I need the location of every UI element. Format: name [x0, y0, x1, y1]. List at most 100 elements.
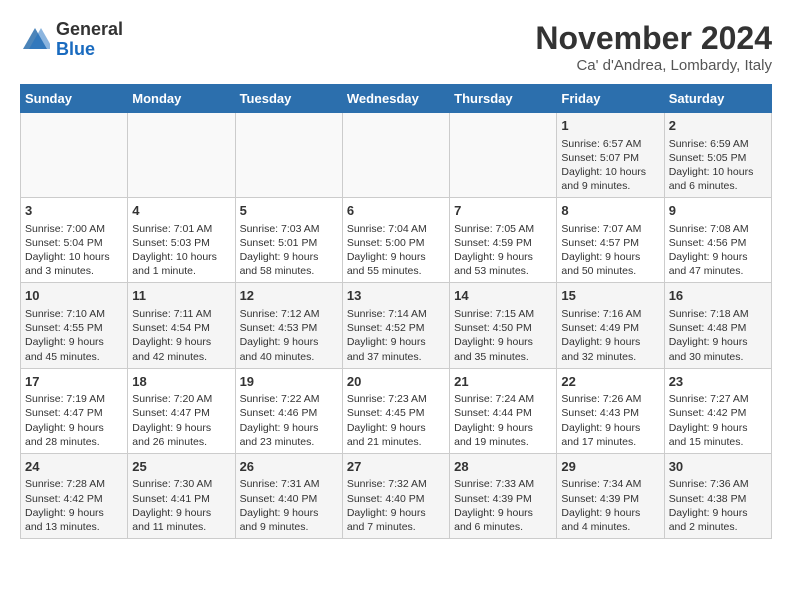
calendar-week-row: 17Sunrise: 7:19 AM Sunset: 4:47 PM Dayli…	[21, 368, 772, 453]
calendar-cell: 20Sunrise: 7:23 AM Sunset: 4:45 PM Dayli…	[342, 368, 449, 453]
location-subtitle: Ca' d'Andrea, Lombardy, Italy	[535, 57, 772, 74]
calendar-week-row: 10Sunrise: 7:10 AM Sunset: 4:55 PM Dayli…	[21, 283, 772, 368]
day-number: 21	[454, 373, 552, 391]
calendar-cell	[128, 113, 235, 198]
calendar-cell	[342, 113, 449, 198]
calendar-cell: 27Sunrise: 7:32 AM Sunset: 4:40 PM Dayli…	[342, 453, 449, 538]
day-info: Sunrise: 7:15 AM Sunset: 4:50 PM Dayligh…	[454, 307, 552, 364]
calendar-cell	[235, 113, 342, 198]
weekday-header-thursday: Thursday	[450, 85, 557, 113]
calendar-cell: 16Sunrise: 7:18 AM Sunset: 4:48 PM Dayli…	[664, 283, 771, 368]
weekday-header-saturday: Saturday	[664, 85, 771, 113]
calendar-cell: 28Sunrise: 7:33 AM Sunset: 4:39 PM Dayli…	[450, 453, 557, 538]
day-number: 7	[454, 202, 552, 220]
day-number: 1	[561, 117, 659, 135]
day-info: Sunrise: 7:28 AM Sunset: 4:42 PM Dayligh…	[25, 477, 123, 534]
day-info: Sunrise: 7:27 AM Sunset: 4:42 PM Dayligh…	[669, 392, 767, 449]
day-number: 2	[669, 117, 767, 135]
day-info: Sunrise: 7:18 AM Sunset: 4:48 PM Dayligh…	[669, 307, 767, 364]
day-number: 12	[240, 287, 338, 305]
day-info: Sunrise: 7:34 AM Sunset: 4:39 PM Dayligh…	[561, 477, 659, 534]
calendar-cell: 7 Sunrise: 7:05 AM Sunset: 4:59 PM Daylig…	[450, 198, 557, 283]
day-number: 30	[669, 458, 767, 476]
calendar-cell: 12 Sunrise: 7:12 AM Sunset: 4:53 PM Dayli…	[235, 283, 342, 368]
calendar-cell	[21, 113, 128, 198]
calendar-cell	[450, 113, 557, 198]
day-info: Sunrise: 7:01 AM Sunset: 5:03 PM Dayligh…	[132, 222, 230, 279]
day-info: Sunrise: 7:23 AM Sunset: 4:45 PM Dayligh…	[347, 392, 445, 449]
day-info: Sunrise: 7:30 AM Sunset: 4:41 PM Dayligh…	[132, 477, 230, 534]
day-info: Sunrise: 7:04 AM Sunset: 5:00 PM Dayligh…	[347, 222, 445, 279]
day-number: 17	[25, 373, 123, 391]
calendar-cell: 25Sunrise: 7:30 AM Sunset: 4:41 PM Dayli…	[128, 453, 235, 538]
calendar-table: SundayMondayTuesdayWednesdayThursdayFrid…	[20, 84, 772, 539]
calendar-cell: 22Sunrise: 7:26 AM Sunset: 4:43 PM Dayli…	[557, 368, 664, 453]
calendar-body: 1 Sunrise: 6:57 AM Sunset: 5:07 PM Daylig…	[21, 113, 772, 539]
day-number: 26	[240, 458, 338, 476]
day-info: Sunrise: 7:16 AM Sunset: 4:49 PM Dayligh…	[561, 307, 659, 364]
day-number: 3	[25, 202, 123, 220]
calendar-cell: 8 Sunrise: 7:07 AM Sunset: 4:57 PM Daylig…	[557, 198, 664, 283]
day-info: Sunrise: 6:57 AM Sunset: 5:07 PM Dayligh…	[561, 137, 659, 194]
day-info: Sunrise: 7:31 AM Sunset: 4:40 PM Dayligh…	[240, 477, 338, 534]
weekday-header-tuesday: Tuesday	[235, 85, 342, 113]
calendar-cell: 26Sunrise: 7:31 AM Sunset: 4:40 PM Dayli…	[235, 453, 342, 538]
calendar-cell: 9 Sunrise: 7:08 AM Sunset: 4:56 PM Daylig…	[664, 198, 771, 283]
day-info: Sunrise: 7:33 AM Sunset: 4:39 PM Dayligh…	[454, 477, 552, 534]
page-header: General Blue November 2024 Ca' d'Andrea,…	[20, 20, 772, 74]
day-number: 19	[240, 373, 338, 391]
calendar-cell: 24Sunrise: 7:28 AM Sunset: 4:42 PM Dayli…	[21, 453, 128, 538]
day-info: Sunrise: 7:22 AM Sunset: 4:46 PM Dayligh…	[240, 392, 338, 449]
calendar-cell: 6 Sunrise: 7:04 AM Sunset: 5:00 PM Daylig…	[342, 198, 449, 283]
calendar-cell: 5Sunrise: 7:03 AM Sunset: 5:01 PM Daylig…	[235, 198, 342, 283]
day-info: Sunrise: 7:20 AM Sunset: 4:47 PM Dayligh…	[132, 392, 230, 449]
day-number: 23	[669, 373, 767, 391]
calendar-cell: 10Sunrise: 7:10 AM Sunset: 4:55 PM Dayli…	[21, 283, 128, 368]
calendar-cell: 14Sunrise: 7:15 AM Sunset: 4:50 PM Dayli…	[450, 283, 557, 368]
weekday-header-monday: Monday	[128, 85, 235, 113]
calendar-cell: 19Sunrise: 7:22 AM Sunset: 4:46 PM Dayli…	[235, 368, 342, 453]
calendar-cell: 11Sunrise: 7:11 AM Sunset: 4:54 PM Dayli…	[128, 283, 235, 368]
calendar-cell: 1 Sunrise: 6:57 AM Sunset: 5:07 PM Daylig…	[557, 113, 664, 198]
day-info: Sunrise: 7:08 AM Sunset: 4:56 PM Dayligh…	[669, 222, 767, 279]
day-number: 15	[561, 287, 659, 305]
calendar-cell: 23Sunrise: 7:27 AM Sunset: 4:42 PM Dayli…	[664, 368, 771, 453]
day-number: 28	[454, 458, 552, 476]
logo-blue: Blue	[56, 39, 95, 59]
day-number: 27	[347, 458, 445, 476]
day-number: 11	[132, 287, 230, 305]
day-info: Sunrise: 7:12 AM Sunset: 4:53 PM Dayligh…	[240, 307, 338, 364]
day-number: 24	[25, 458, 123, 476]
day-info: Sunrise: 6:59 AM Sunset: 5:05 PM Dayligh…	[669, 137, 767, 194]
day-number: 8	[561, 202, 659, 220]
day-info: Sunrise: 7:07 AM Sunset: 4:57 PM Dayligh…	[561, 222, 659, 279]
logo-general: General	[56, 19, 123, 39]
weekday-header-sunday: Sunday	[21, 85, 128, 113]
day-number: 29	[561, 458, 659, 476]
calendar-cell: 13 Sunrise: 7:14 AM Sunset: 4:52 PM Dayli…	[342, 283, 449, 368]
day-number: 18	[132, 373, 230, 391]
day-info: Sunrise: 7:05 AM Sunset: 4:59 PM Dayligh…	[454, 222, 552, 279]
weekday-header-wednesday: Wednesday	[342, 85, 449, 113]
day-info: Sunrise: 7:14 AM Sunset: 4:52 PM Dayligh…	[347, 307, 445, 364]
day-number: 4	[132, 202, 230, 220]
calendar-cell: 4 Sunrise: 7:01 AM Sunset: 5:03 PM Daylig…	[128, 198, 235, 283]
calendar-cell: 2 Sunrise: 6:59 AM Sunset: 5:05 PM Daylig…	[664, 113, 771, 198]
day-number: 20	[347, 373, 445, 391]
calendar-week-row: 24Sunrise: 7:28 AM Sunset: 4:42 PM Dayli…	[21, 453, 772, 538]
day-info: Sunrise: 7:19 AM Sunset: 4:47 PM Dayligh…	[25, 392, 123, 449]
logo-icon	[20, 25, 50, 55]
calendar-week-row: 1 Sunrise: 6:57 AM Sunset: 5:07 PM Daylig…	[21, 113, 772, 198]
day-number: 9	[669, 202, 767, 220]
calendar-cell: 30Sunrise: 7:36 AM Sunset: 4:38 PM Dayli…	[664, 453, 771, 538]
calendar-cell: 21Sunrise: 7:24 AM Sunset: 4:44 PM Dayli…	[450, 368, 557, 453]
day-number: 25	[132, 458, 230, 476]
calendar-header: SundayMondayTuesdayWednesdayThursdayFrid…	[21, 85, 772, 113]
logo-text: General Blue	[56, 20, 123, 60]
weekday-header-row: SundayMondayTuesdayWednesdayThursdayFrid…	[21, 85, 772, 113]
day-number: 13	[347, 287, 445, 305]
day-number: 6	[347, 202, 445, 220]
day-info: Sunrise: 7:36 AM Sunset: 4:38 PM Dayligh…	[669, 477, 767, 534]
calendar-cell: 3Sunrise: 7:00 AM Sunset: 5:04 PM Daylig…	[21, 198, 128, 283]
calendar-cell: 29Sunrise: 7:34 AM Sunset: 4:39 PM Dayli…	[557, 453, 664, 538]
